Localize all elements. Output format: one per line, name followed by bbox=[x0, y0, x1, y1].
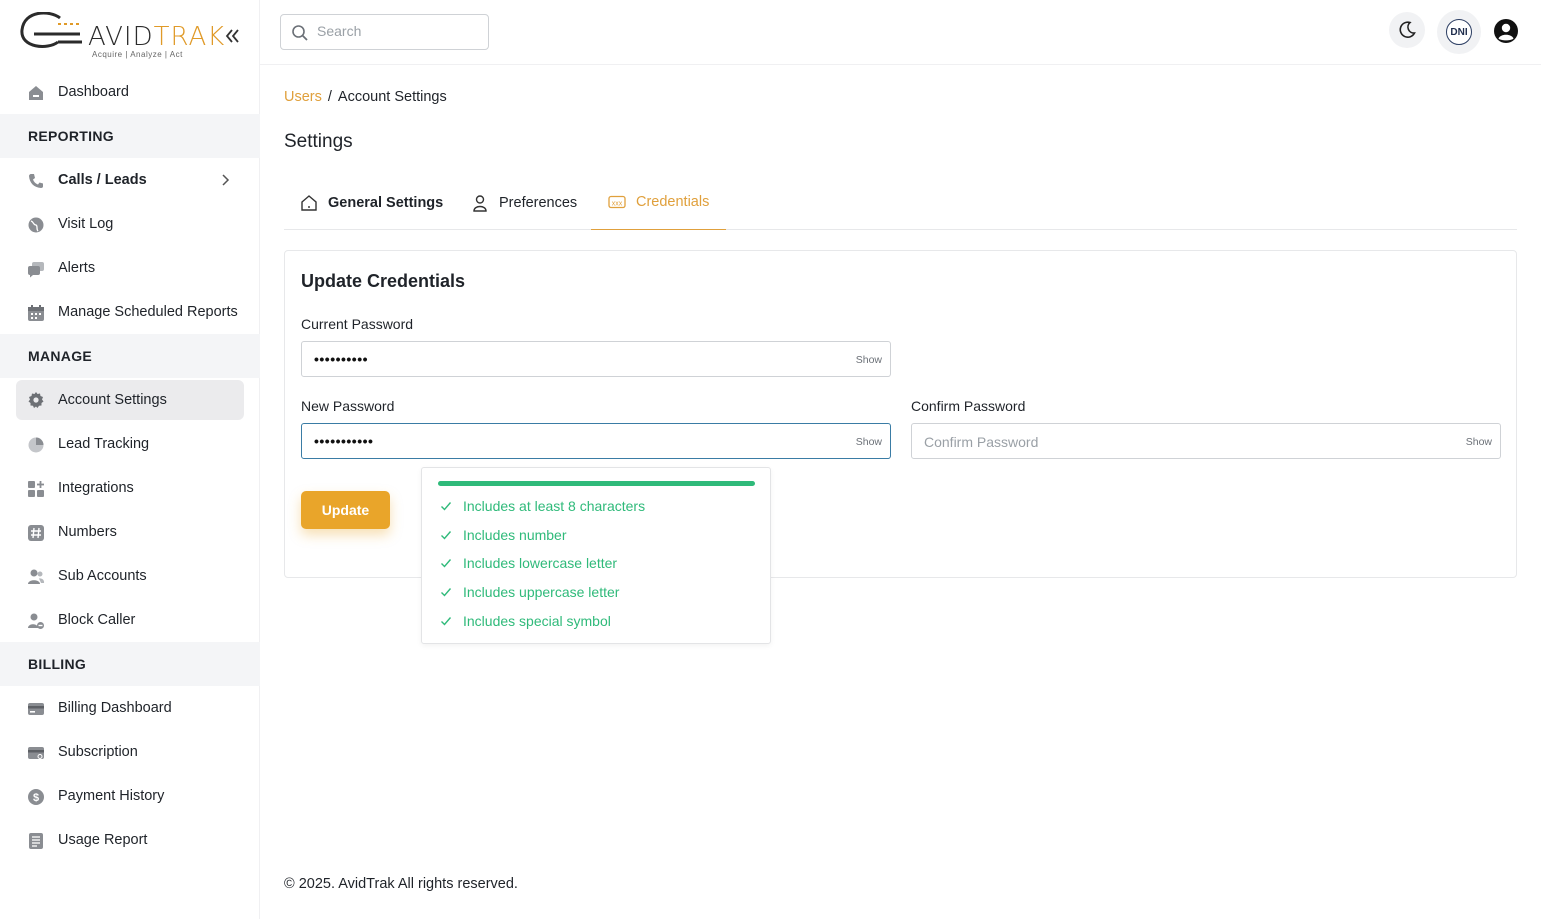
current-password-value: •••••••••• bbox=[314, 351, 369, 367]
rule-uppercase: Includes uppercase letter bbox=[440, 584, 619, 600]
breadcrumb-current: Account Settings bbox=[337, 89, 447, 105]
footer-copyright: © 2025. AvidTrak All rights reserved. bbox=[284, 876, 518, 892]
dni-badge: DNI bbox=[1446, 19, 1472, 45]
sidebar-item-billing-dashboard[interactable]: Billing Dashboard bbox=[0, 686, 260, 730]
current-password-show-toggle[interactable]: Show bbox=[856, 354, 882, 366]
hash-icon bbox=[28, 525, 44, 541]
card-refresh-icon bbox=[28, 747, 44, 759]
home-icon bbox=[29, 86, 43, 100]
pie-chart-icon bbox=[28, 437, 44, 453]
sidebar-item-block-caller[interactable]: Block Caller bbox=[0, 598, 260, 642]
calendar-icon bbox=[28, 305, 44, 321]
section-manage: MANAGE bbox=[0, 334, 260, 378]
tab-credentials[interactable]: xxx Credentials bbox=[591, 175, 727, 230]
top-header: DNI bbox=[260, 0, 1541, 65]
tab-preferences[interactable]: Preferences bbox=[471, 175, 577, 230]
sidebar-item-visit-log[interactable]: Visit Log bbox=[0, 202, 260, 246]
check-icon bbox=[441, 617, 452, 626]
rule-lowercase: Includes lowercase letter bbox=[440, 555, 617, 571]
card-title: Update Credentials bbox=[301, 271, 466, 291]
breadcrumb: Users / Account Settings bbox=[284, 89, 447, 105]
check-icon bbox=[441, 559, 452, 568]
check-icon bbox=[441, 531, 452, 540]
sidebar-item-payment-history[interactable]: $ Payment History bbox=[0, 774, 260, 818]
collapse-sidebar-icon[interactable] bbox=[224, 26, 240, 46]
phone-icon bbox=[29, 174, 43, 188]
settings-tabs: General Settings Preferences xxx Credent… bbox=[284, 175, 1517, 230]
sidebar-item-dashboard[interactable]: Dashboard bbox=[0, 70, 260, 114]
sidebar-nav: Dashboard REPORTING Calls / Leads Visit … bbox=[0, 70, 260, 862]
check-icon bbox=[441, 502, 452, 511]
house-icon bbox=[301, 194, 317, 211]
report-icon bbox=[29, 833, 43, 849]
confirm-password-placeholder: Confirm Password bbox=[924, 434, 1039, 450]
current-password-field[interactable]: •••••••••• Show bbox=[301, 341, 891, 377]
credit-card-icon bbox=[28, 703, 44, 715]
main-content: Users / Account Settings Settings General … bbox=[260, 65, 1541, 919]
update-button[interactable]: Update bbox=[301, 491, 390, 529]
sidebar-item-numbers[interactable]: Numbers bbox=[0, 510, 260, 554]
tab-general-settings[interactable]: General Settings bbox=[300, 175, 443, 230]
user-account-icon[interactable] bbox=[1493, 18, 1519, 44]
logo-wordmark: AVIDTRAK bbox=[88, 22, 226, 52]
sidebar-item-alerts[interactable]: Alerts bbox=[0, 246, 260, 290]
moon-icon bbox=[1399, 21, 1416, 38]
search-box[interactable] bbox=[280, 14, 489, 50]
sidebar-item-integrations[interactable]: Integrations bbox=[0, 466, 260, 510]
new-password-label: New Password bbox=[301, 398, 395, 414]
rule-number: Includes number bbox=[440, 527, 567, 543]
sidebar-item-calls-leads[interactable]: Calls / Leads bbox=[0, 158, 260, 202]
current-password-label: Current Password bbox=[301, 316, 414, 332]
password-strength-bar bbox=[438, 481, 755, 486]
logo-tagline: Acquire | Analyze | Act bbox=[92, 50, 183, 59]
new-password-field[interactable]: ••••••••••• Show bbox=[301, 423, 891, 459]
new-password-show-toggle[interactable]: Show bbox=[856, 436, 882, 448]
user-block-icon bbox=[28, 613, 44, 629]
chevron-right-icon bbox=[222, 174, 230, 186]
search-icon bbox=[292, 25, 308, 41]
logo-mark-icon bbox=[20, 12, 82, 48]
users-icon bbox=[28, 569, 45, 584]
dollar-circle-icon: $ bbox=[28, 789, 44, 805]
check-icon bbox=[441, 588, 452, 597]
sidebar-item-usage-report[interactable]: Usage Report bbox=[0, 818, 260, 862]
confirm-password-show-toggle[interactable]: Show bbox=[1466, 436, 1492, 448]
sidebar-item-sub-accounts[interactable]: Sub Accounts bbox=[0, 554, 260, 598]
gear-icon bbox=[28, 392, 44, 408]
person-icon bbox=[473, 194, 487, 212]
confirm-password-field[interactable]: Confirm Password Show bbox=[911, 423, 1501, 459]
breadcrumb-separator: / bbox=[327, 89, 332, 105]
dark-mode-toggle[interactable] bbox=[1389, 12, 1425, 48]
rule-special-symbol: Includes special symbol bbox=[440, 613, 611, 629]
svg-text:$: $ bbox=[33, 792, 39, 804]
search-input[interactable] bbox=[317, 23, 477, 39]
sidebar-item-account-settings[interactable]: Account Settings bbox=[16, 380, 244, 420]
section-billing: BILLING bbox=[0, 642, 260, 686]
sidebar: AVIDTRAK Acquire | Analyze | Act Dashboa… bbox=[0, 0, 260, 919]
confirm-password-label: Confirm Password bbox=[911, 398, 1026, 414]
avidtrak-logo[interactable]: AVIDTRAK Acquire | Analyze | Act bbox=[20, 12, 224, 62]
sidebar-item-subscription[interactable]: Subscription bbox=[0, 730, 260, 774]
chat-icon bbox=[28, 262, 44, 278]
section-reporting: REPORTING bbox=[0, 114, 260, 158]
rule-min-length: Includes at least 8 characters bbox=[440, 498, 645, 514]
new-password-value: ••••••••••• bbox=[314, 433, 374, 449]
password-icon: xxx bbox=[608, 195, 626, 209]
globe-icon bbox=[28, 217, 44, 233]
password-strength-popover: Includes at least 8 characters Includes … bbox=[421, 467, 771, 644]
dni-button[interactable]: DNI bbox=[1437, 10, 1481, 54]
svg-text:xxx: xxx bbox=[612, 201, 623, 208]
page-title: Settings bbox=[284, 131, 353, 152]
breadcrumb-users-link[interactable]: Users bbox=[284, 89, 322, 105]
grid-plus-icon bbox=[28, 481, 44, 497]
sidebar-item-scheduled-reports[interactable]: Manage Scheduled Reports bbox=[0, 290, 260, 334]
sidebar-item-lead-tracking[interactable]: Lead Tracking bbox=[0, 422, 260, 466]
